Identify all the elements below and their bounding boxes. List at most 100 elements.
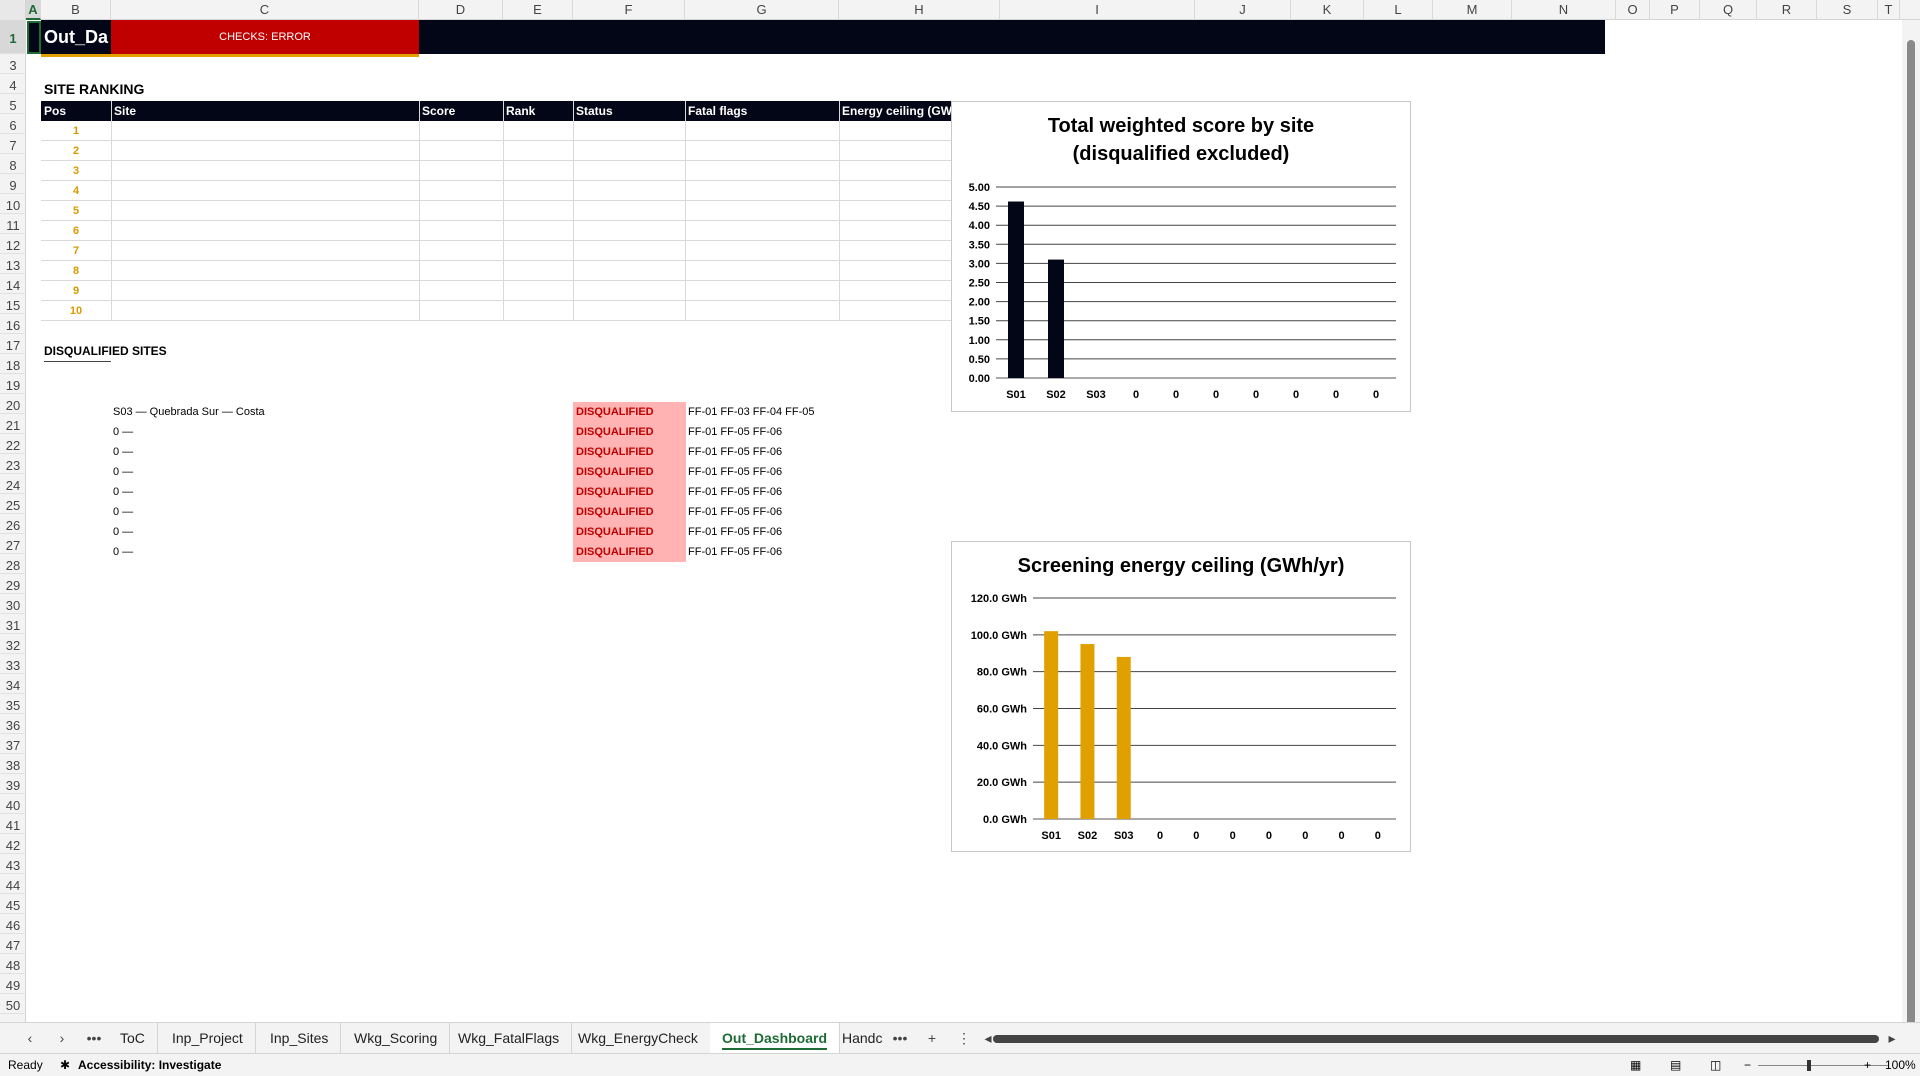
column-header-n[interactable]: N (1512, 0, 1616, 20)
row-header-6[interactable]: 6 (0, 114, 26, 134)
bar-s03[interactable] (1116, 656, 1131, 819)
row-header-44[interactable]: 44 (0, 874, 26, 894)
bar-s02[interactable] (1048, 259, 1064, 378)
row-header-25[interactable]: 25 (0, 494, 26, 514)
row-header-19[interactable]: 19 (0, 374, 26, 394)
row-header-30[interactable]: 30 (0, 594, 26, 614)
normal-view-icon[interactable]: ▦ (1630, 1054, 1641, 1076)
table-row[interactable]: 4 (41, 181, 951, 201)
vertical-scrollbar[interactable] (1902, 20, 1920, 1030)
column-header-b[interactable]: B (41, 0, 111, 20)
page-layout-icon[interactable]: ▤ (1670, 1054, 1681, 1076)
row-header-48[interactable]: 48 (0, 954, 26, 974)
row-header-32[interactable]: 32 (0, 634, 26, 654)
row-header-26[interactable]: 26 (0, 514, 26, 534)
row-header-39[interactable]: 39 (0, 774, 26, 794)
add-sheet-icon[interactable]: + (920, 1023, 944, 1054)
row-header-46[interactable]: 46 (0, 914, 26, 934)
row-header-1[interactable]: 1 (0, 20, 26, 54)
sheet-tab-out-dashboard[interactable]: Out_Dashboard (710, 1023, 841, 1054)
tab-more-left-icon[interactable]: ••• (82, 1023, 106, 1054)
sheet-tab-inp-sites[interactable]: Inp_Sites (258, 1023, 342, 1054)
sheet-tab-wkg-scoring[interactable]: Wkg_Scoring (342, 1023, 451, 1054)
row-header-18[interactable]: 18 (0, 354, 26, 374)
row-header-34[interactable]: 34 (0, 674, 26, 694)
row-header-20[interactable]: 20 (0, 394, 26, 414)
table-row[interactable]: 1 (41, 121, 951, 141)
zoom-in-icon[interactable]: + (1864, 1054, 1871, 1076)
column-header-e[interactable]: E (503, 0, 573, 20)
row-header-3[interactable]: 3 (0, 54, 26, 74)
row-header-11[interactable]: 11 (0, 214, 26, 234)
row-header-36[interactable]: 36 (0, 714, 26, 734)
row-header-15[interactable]: 15 (0, 294, 26, 314)
table-row[interactable]: 5 (41, 201, 951, 221)
table-row[interactable]: 8 (41, 261, 951, 281)
column-header-h[interactable]: H (839, 0, 1000, 20)
row-header-47[interactable]: 47 (0, 934, 26, 954)
column-header-o[interactable]: O (1616, 0, 1650, 20)
column-header-j[interactable]: J (1195, 0, 1291, 20)
accessibility-icon[interactable]: ✱ (60, 1054, 70, 1076)
table-row[interactable]: 9 (41, 281, 951, 301)
row-header-45[interactable]: 45 (0, 894, 26, 914)
tab-scroll-left-icon[interactable]: ‹ (18, 1023, 42, 1054)
column-header-l[interactable]: L (1364, 0, 1433, 20)
sheet-tab-inp-project[interactable]: Inp_Project (160, 1023, 256, 1054)
row-header-5[interactable]: 5 (0, 94, 26, 114)
row-header-33[interactable]: 33 (0, 654, 26, 674)
row-header-50[interactable]: 50 (0, 994, 26, 1014)
horizontal-scroll-thumb[interactable] (993, 1035, 1879, 1043)
column-header-a[interactable]: A (26, 0, 41, 20)
bar-s02[interactable] (1080, 644, 1095, 819)
column-header-t[interactable]: T (1878, 0, 1900, 20)
bar-s01[interactable] (1044, 631, 1059, 819)
row-header-28[interactable]: 28 (0, 554, 26, 574)
row-header-40[interactable]: 40 (0, 794, 26, 814)
energy-chart[interactable]: Screening energy ceiling (GWh/yr) 0.0 GW… (951, 541, 1411, 852)
sheet-tab-handc[interactable]: Handc (830, 1023, 888, 1054)
row-header-31[interactable]: 31 (0, 614, 26, 634)
column-header-m[interactable]: M (1433, 0, 1512, 20)
column-header-i[interactable]: I (1000, 0, 1195, 20)
page-break-icon[interactable]: ◫ (1710, 1054, 1721, 1076)
row-header-21[interactable]: 21 (0, 414, 26, 434)
column-header-g[interactable]: G (685, 0, 839, 20)
bar-s01[interactable] (1008, 201, 1024, 378)
score-chart[interactable]: Total weighted score by site (disqualifi… (951, 101, 1411, 412)
table-row[interactable]: 3 (41, 161, 951, 181)
column-header-s[interactable]: S (1817, 0, 1878, 20)
row-header-42[interactable]: 42 (0, 834, 26, 854)
row-header-22[interactable]: 22 (0, 434, 26, 454)
sheet-options-icon[interactable]: ⋮ (952, 1023, 976, 1054)
row-header-17[interactable]: 17 (0, 334, 26, 354)
vertical-scroll-thumb[interactable] (1907, 40, 1915, 1030)
column-header-q[interactable]: Q (1700, 0, 1757, 20)
row-header-23[interactable]: 23 (0, 454, 26, 474)
table-row[interactable]: 10 (41, 301, 951, 321)
column-header-d[interactable]: D (419, 0, 503, 20)
row-header-41[interactable]: 41 (0, 814, 26, 834)
row-header-24[interactable]: 24 (0, 474, 26, 494)
zoom-level[interactable]: 100% (1885, 1054, 1916, 1076)
hscroll-right-icon[interactable]: ▸ (1880, 1023, 1904, 1054)
row-header-37[interactable]: 37 (0, 734, 26, 754)
column-header-c[interactable]: C (111, 0, 419, 20)
sheet-tab-wkg-energycheck[interactable]: Wkg_EnergyCheck (566, 1023, 711, 1054)
column-header-f[interactable]: F (573, 0, 685, 20)
column-header-k[interactable]: K (1291, 0, 1364, 20)
row-header-13[interactable]: 13 (0, 254, 26, 274)
active-cell-a1[interactable] (27, 21, 41, 54)
row-header-10[interactable]: 10 (0, 194, 26, 214)
tab-scroll-right-icon[interactable]: › (50, 1023, 74, 1054)
table-row[interactable]: 2 (41, 141, 951, 161)
row-header-29[interactable]: 29 (0, 574, 26, 594)
tab-more-right-icon[interactable]: ••• (888, 1023, 912, 1054)
row-header-16[interactable]: 16 (0, 314, 26, 334)
row-header-14[interactable]: 14 (0, 274, 26, 294)
accessibility-status[interactable]: Accessibility: Investigate (78, 1054, 221, 1076)
column-header-p[interactable]: P (1650, 0, 1700, 20)
table-row[interactable]: 7 (41, 241, 951, 261)
row-header-49[interactable]: 49 (0, 974, 26, 994)
column-header-r[interactable]: R (1757, 0, 1817, 20)
